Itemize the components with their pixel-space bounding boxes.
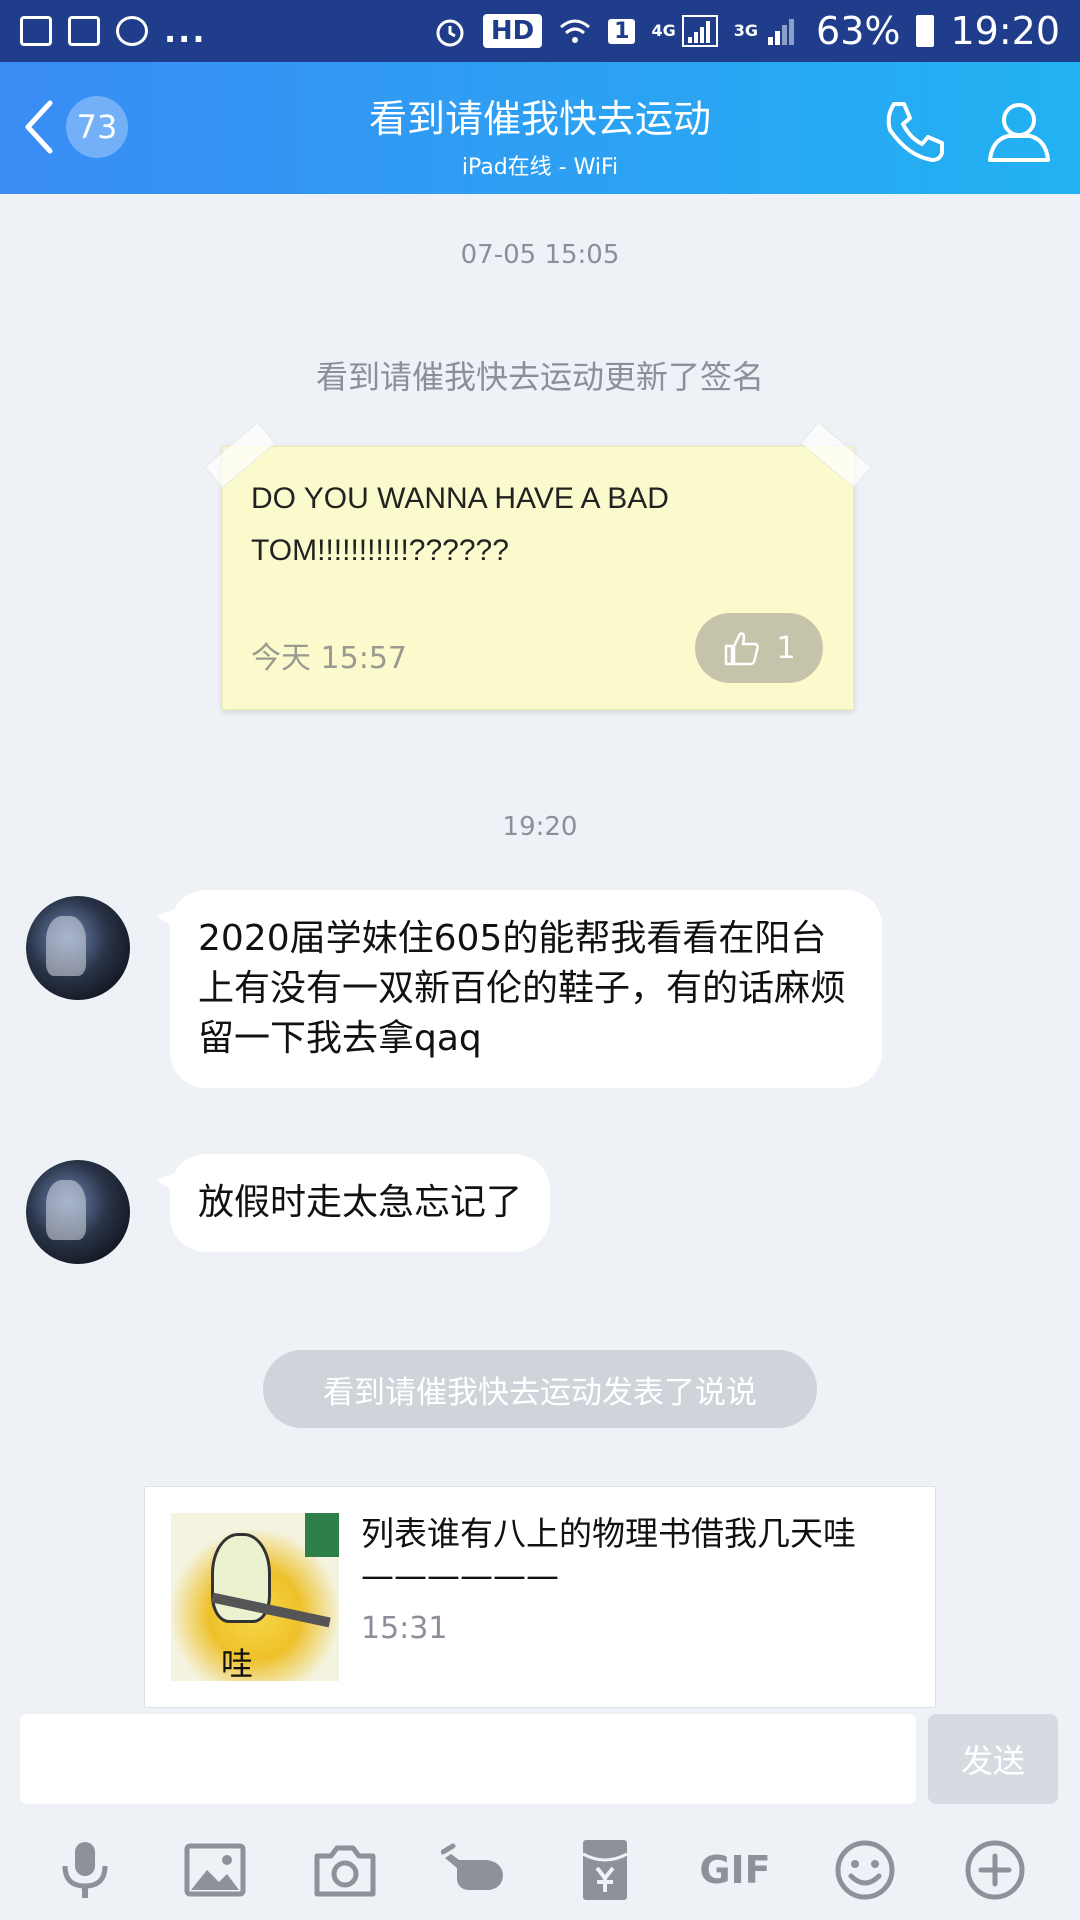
send-button[interactable]: 发送: [928, 1714, 1058, 1804]
chat-header: 73 看到请催我快去运动 iPad在线 - WiFi: [0, 62, 1080, 194]
chat-title: 看到请催我快去运动: [368, 97, 711, 141]
hd-badge: HD: [482, 14, 543, 48]
status-bar: ... HD 1 4G 3G 63% 19:20: [0, 0, 1080, 62]
plus-circle-icon: [965, 1840, 1025, 1900]
post-published-notice[interactable]: 看到请催我快去运动发表了说说: [263, 1350, 817, 1428]
message-input[interactable]: [20, 1714, 916, 1804]
voice-button[interactable]: [45, 1830, 125, 1910]
red-packet-button[interactable]: [565, 1830, 645, 1910]
avatar[interactable]: [26, 1160, 130, 1264]
status-clock: 19:20: [950, 9, 1060, 53]
image-icon: [184, 1843, 246, 1897]
network-4g-label: 4G: [651, 21, 676, 40]
feed-post-card[interactable]: 哇 列表谁有八上的物理书借我几天哇—————— 15:31: [144, 1486, 936, 1708]
more-button[interactable]: [955, 1830, 1035, 1910]
avatar[interactable]: [26, 896, 130, 1000]
brand-logo: [305, 1513, 339, 1557]
signal-3g-icon: [768, 19, 795, 45]
like-button[interactable]: 1: [695, 613, 823, 683]
red-packet-icon: [582, 1840, 628, 1900]
gallery-notification-icon: [20, 16, 52, 46]
unread-count-badge: 73: [66, 96, 128, 158]
image-button[interactable]: [175, 1830, 255, 1910]
emoji-icon: [835, 1840, 895, 1900]
gif-button[interactable]: GIF: [695, 1830, 775, 1910]
gif-icon: GIF: [699, 1848, 771, 1892]
thumbnail-caption: 哇: [221, 1645, 254, 1681]
emoji-button[interactable]: [825, 1830, 905, 1910]
message-bubble[interactable]: 2020届学妹住605的能帮我看看在阳台上有没有一双新百伦的鞋子，有的话麻烦留一…: [156, 890, 882, 1088]
phone-icon[interactable]: [880, 96, 950, 166]
signature-time: 今天 15:57: [251, 641, 407, 676]
signature-text: DO YOU WANNA HAVE A BAD TOM!!!!!!!!!!!??…: [251, 482, 669, 567]
battery-percent: 63%: [816, 9, 901, 53]
signature-card[interactable]: DO YOU WANNA HAVE A BAD TOM!!!!!!!!!!!??…: [204, 421, 872, 710]
chat-title-block: 看到请催我快去运动 iPad在线 - WiFi: [240, 88, 840, 181]
camera-button[interactable]: [305, 1830, 385, 1910]
timestamp: 07-05 15:05: [460, 240, 620, 270]
camera-icon: [314, 1845, 376, 1897]
online-status: iPad在线 - WiFi: [461, 155, 619, 180]
poke-button[interactable]: [435, 1830, 515, 1910]
back-button[interactable]: 73: [18, 92, 138, 162]
feed-post-title: 列表谁有八上的物理书借我几天哇——————: [361, 1514, 856, 1595]
wifi-icon: [560, 19, 591, 43]
message-bubble[interactable]: 放假时走太急忘记了: [155, 1154, 551, 1252]
input-toolbar: GIF: [0, 1820, 1080, 1920]
microphone-icon: [62, 1842, 108, 1898]
profile-icon[interactable]: [984, 96, 1054, 166]
poke-hand-icon: [441, 1843, 503, 1890]
status-right: HD 1 4G 3G 63% 19:20: [433, 9, 1060, 53]
feed-post-thumbnail: 哇: [171, 1513, 339, 1681]
thumbs-up-icon: [725, 632, 760, 666]
like-count: 1: [776, 630, 796, 666]
timestamp: 19:20: [502, 812, 578, 842]
battery-icon: [916, 15, 935, 47]
network-3g-label: 3G: [733, 21, 759, 40]
signature-update-notice: 看到请催我快去运动更新了签名: [315, 358, 764, 396]
alarm-icon: [436, 19, 464, 47]
signal-4g-icon: [681, 15, 718, 47]
more-notifications: ...: [164, 12, 207, 50]
feed-post-time: 15:31: [361, 1611, 448, 1646]
status-left: ...: [20, 12, 206, 50]
app-notification-icon: [116, 16, 148, 46]
chevron-left-icon: [25, 100, 53, 154]
sim-badge: 1: [608, 18, 636, 44]
checklist-notification-icon: [68, 16, 100, 46]
